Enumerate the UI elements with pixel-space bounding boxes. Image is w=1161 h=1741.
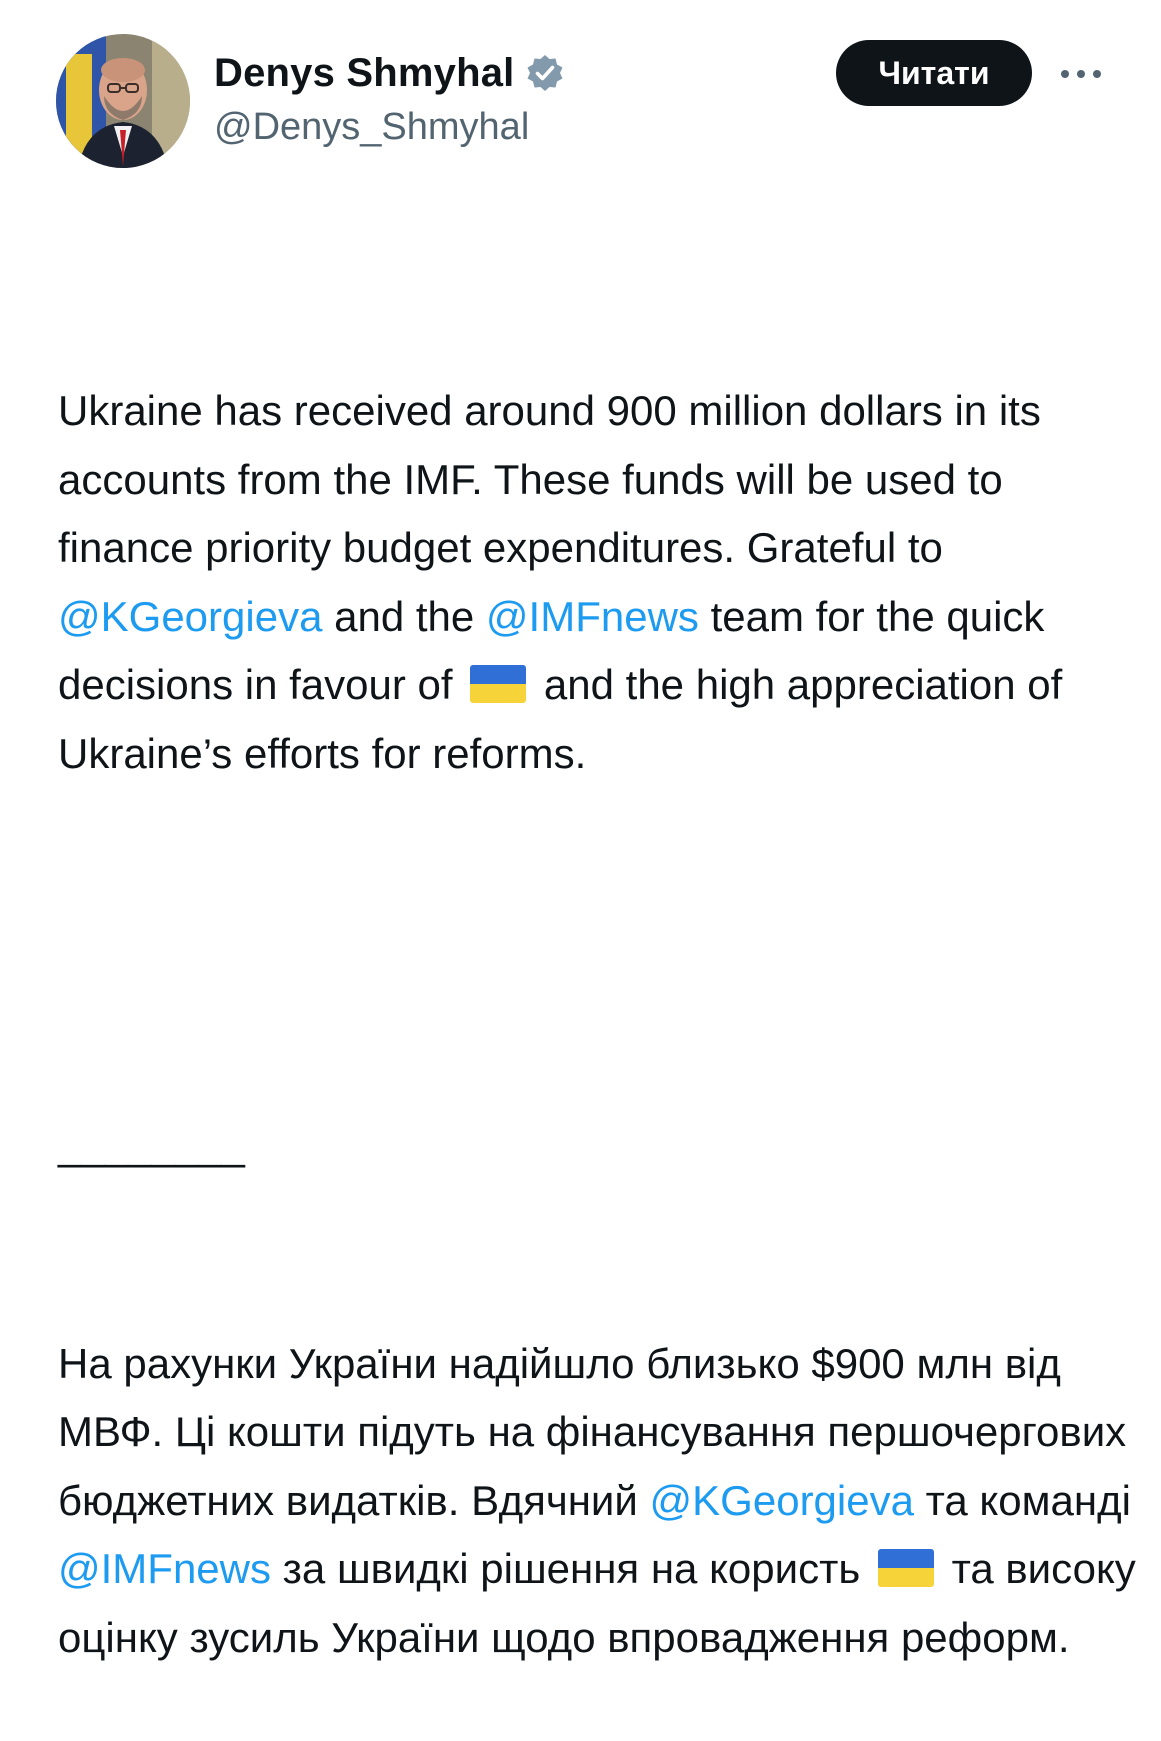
avatar-photo [56,34,190,168]
tweet-text-ukrainian: На рахунки України надійшло близько $900… [58,1330,1138,1673]
mention-kgeorgieva[interactable]: @KGeorgieva [650,1477,914,1524]
mention-kgeorgieva[interactable]: @KGeorgieva [58,593,322,640]
mention-imfnews[interactable]: @IMFnews [486,593,699,640]
display-name[interactable]: Denys Shmyhal [214,51,515,96]
more-horizontal-icon[interactable] [1056,54,1106,94]
display-name-row: Denys Shmyhal [214,48,565,98]
tweet-text-segment: Ukraine has received around 900 million … [58,387,1053,571]
author-names: Denys Shmyhal @Denys_Shmyhal [214,48,565,149]
avatar[interactable] [56,34,190,168]
ukraine-flag-icon [877,1549,934,1587]
tweet-text-segment: за швидкі рішення на користь [271,1545,861,1592]
tweet-text-english: Ukraine has received around 900 million … [58,377,1138,788]
user-handle[interactable]: @Denys_Shmyhal [214,106,565,149]
mention-imfnews[interactable]: @IMFnews [58,1545,271,1592]
tweet-text-segment: та команді [913,1476,1143,1524]
tweet-text-segment: and the [322,592,486,640]
verified-badge-icon [525,53,565,93]
tweet-text: Ukraine has received around 900 million … [58,240,1138,1741]
separator-spacer [58,925,1138,994]
tweet-header: Denys Shmyhal @Denys_Shmyhal Читати [56,34,1116,168]
separator-text: ________ [58,1120,245,1168]
ukraine-flag-icon [470,665,527,703]
follow-button[interactable]: Читати [836,40,1032,106]
